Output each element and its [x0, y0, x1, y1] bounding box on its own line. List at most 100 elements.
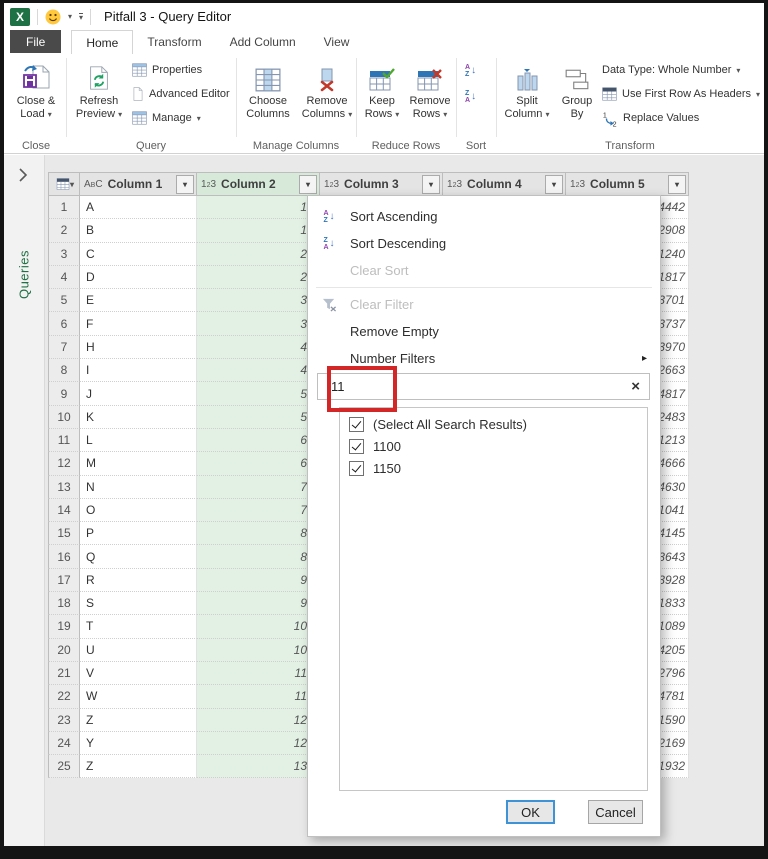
tab-add-column[interactable]: Add Column [216, 30, 310, 53]
remove-rows-button[interactable]: Remove Rows ▾ [406, 58, 454, 121]
cell-column2[interactable]: 1 [197, 219, 320, 243]
table-corner-cell[interactable]: ▾ [48, 172, 80, 196]
cell-column2[interactable]: 4 [197, 359, 320, 383]
column2-filter-button[interactable]: ▾ [299, 174, 317, 194]
cell-column1[interactable]: S [80, 592, 197, 616]
cell-column2[interactable]: 11 [197, 685, 320, 709]
cell-column1[interactable]: W [80, 685, 197, 709]
checkbox-checked-icon[interactable] [349, 416, 364, 432]
refresh-preview-button[interactable]: Refresh Preview ▾ [70, 58, 128, 121]
clear-search-icon[interactable]: × [631, 379, 640, 394]
advanced-editor-icon [132, 87, 144, 101]
filter-value-item[interactable]: 1150 [340, 457, 647, 479]
checkbox-checked-icon[interactable] [349, 438, 364, 454]
column5-filter-button[interactable]: ▾ [668, 174, 686, 194]
cell-column2[interactable]: 9 [197, 568, 320, 593]
tab-home[interactable]: Home [71, 30, 134, 54]
cell-column2[interactable]: 5 [197, 382, 320, 406]
ok-button[interactable]: OK [506, 800, 555, 824]
sort-ascending-button[interactable]: AZ ↓ [465, 61, 476, 81]
replace-values-button[interactable]: 1 2 Replace Values [602, 108, 699, 128]
cell-column2[interactable]: 6 [197, 452, 320, 476]
cell-column1[interactable]: U [80, 638, 197, 662]
tab-view[interactable]: View [310, 30, 364, 53]
cell-column1[interactable]: L [80, 428, 197, 453]
cell-column1[interactable]: C [80, 242, 197, 266]
properties-button[interactable]: Properties [132, 60, 202, 80]
cell-column1[interactable]: B [80, 219, 197, 243]
cell-column1[interactable]: Z [80, 755, 197, 779]
filter-value-item[interactable]: 1100 [340, 435, 647, 457]
cell-column2[interactable]: 2 [197, 242, 320, 266]
checkbox-checked-icon[interactable] [349, 460, 364, 476]
cell-column1[interactable]: N [80, 475, 197, 499]
column4-header[interactable]: 123 Column 4 ▾ [443, 172, 566, 196]
group-by-button[interactable]: Group By [555, 58, 599, 121]
menu-item-sort-descending[interactable]: Z A ↓ Sort Descending [308, 230, 660, 257]
column4-filter-button[interactable]: ▾ [545, 174, 563, 194]
choose-columns-button[interactable]: Choose Columns [240, 58, 296, 121]
cell-column2[interactable]: 3 [197, 312, 320, 336]
close-and-load-button[interactable]: Close & Load ▾ [9, 58, 63, 121]
column2-header[interactable]: 123 Column 2 ▾ [197, 172, 320, 196]
cell-column1[interactable]: V [80, 661, 197, 686]
column1-filter-button[interactable]: ▾ [176, 174, 194, 194]
cell-column2[interactable]: 7 [197, 475, 320, 499]
cell-column2[interactable]: 8 [197, 522, 320, 546]
tab-file[interactable]: File [10, 30, 62, 53]
keep-rows-button[interactable]: Keep Rows ▾ [360, 58, 404, 121]
cell-column1[interactable]: Q [80, 545, 197, 569]
cell-column1[interactable]: K [80, 405, 197, 429]
cell-column1[interactable]: T [80, 615, 197, 639]
cell-column1[interactable]: Z [80, 708, 197, 732]
queries-panel-label[interactable]: Queries [17, 250, 32, 299]
split-column-button[interactable]: Split Column ▾ [501, 58, 553, 121]
cell-column1[interactable]: H [80, 335, 197, 360]
cell-column1[interactable]: R [80, 568, 197, 593]
cell-column2[interactable]: 10 [197, 615, 320, 639]
cell-column1[interactable]: A [80, 196, 197, 220]
cell-column2[interactable]: 8 [197, 545, 320, 569]
cell-column2[interactable]: 3 [197, 289, 320, 313]
manage-button[interactable]: Manage ▾ [132, 108, 201, 128]
cell-column2[interactable]: 6 [197, 428, 320, 453]
cell-column2[interactable]: 13 [197, 755, 320, 779]
smiley-feedback-icon[interactable] [45, 9, 61, 25]
cell-column1[interactable]: P [80, 522, 197, 546]
cell-column1[interactable]: I [80, 359, 197, 383]
remove-columns-button[interactable]: Remove Columns ▾ [298, 58, 356, 121]
cell-column2[interactable]: 12 [197, 708, 320, 732]
sort-descending-button[interactable]: ZA ↓ [465, 87, 476, 107]
cell-column1[interactable]: J [80, 382, 197, 406]
menu-item-remove-empty[interactable]: Remove Empty [308, 318, 660, 345]
first-row-headers-button[interactable]: Use First Row As Headers ▾ [602, 84, 760, 104]
advanced-editor-button[interactable]: Advanced Editor [132, 84, 230, 104]
smiley-dropdown-icon[interactable]: ▾ [68, 12, 72, 21]
cell-column2[interactable]: 10 [197, 638, 320, 662]
cell-column1[interactable]: D [80, 265, 197, 290]
cell-column2[interactable]: 4 [197, 335, 320, 360]
column5-header[interactable]: 123 Column 5 ▾ [566, 172, 689, 196]
cell-column1[interactable]: O [80, 498, 197, 523]
cancel-button[interactable]: Cancel [588, 800, 643, 824]
cell-column1[interactable]: F [80, 312, 197, 336]
cell-column2[interactable]: 9 [197, 592, 320, 616]
menu-item-sort-ascending[interactable]: A Z ↓ Sort Ascending [308, 203, 660, 230]
tab-transform[interactable]: Transform [133, 30, 215, 53]
filter-value-item[interactable]: (Select All Search Results) [340, 413, 647, 435]
column3-header[interactable]: 123 Column 3 ▾ [320, 172, 443, 196]
cell-column2[interactable]: 11 [197, 661, 320, 686]
cell-column2[interactable]: 5 [197, 405, 320, 429]
cell-column2[interactable]: 12 [197, 731, 320, 756]
cell-column1[interactable]: E [80, 289, 197, 313]
column1-header[interactable]: ABC Column 1 ▾ [80, 172, 197, 196]
expand-queries-chevron-icon[interactable] [17, 168, 29, 182]
quick-access-customize-icon[interactable]: ▾ [79, 12, 84, 21]
cell-column1[interactable]: Y [80, 731, 197, 756]
cell-column1[interactable]: M [80, 452, 197, 476]
cell-column2[interactable]: 1 [197, 196, 320, 220]
column3-filter-button[interactable]: ▾ [422, 174, 440, 194]
cell-column2[interactable]: 7 [197, 498, 320, 523]
data-type-button[interactable]: Data Type: Whole Number ▾ [602, 60, 740, 80]
cell-column2[interactable]: 2 [197, 265, 320, 290]
